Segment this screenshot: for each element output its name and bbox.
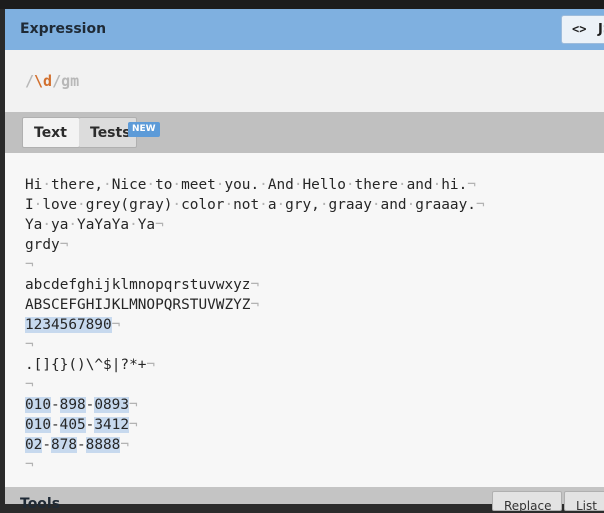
- match-highlight: 3412: [94, 417, 129, 433]
- list-button[interactable]: List: [564, 491, 604, 513]
- text-line: Ya·ya·YaYaYa·Ya¬: [25, 217, 164, 233]
- tools-title: Tools: [20, 496, 61, 512]
- tab-tests-label: Tests: [90, 125, 131, 141]
- text-line: I·love·grey(gray)·color·not·a·gry,·graay…: [25, 197, 485, 213]
- line-end-marker: ¬: [129, 397, 138, 413]
- match-highlight: 010: [25, 417, 51, 433]
- code-icon: <>: [572, 22, 587, 36]
- text-line: ABSCEFGHIJKLMNOPQRSTUVWZYZ¬: [25, 297, 260, 313]
- line-end-marker: ¬: [111, 317, 121, 333]
- match-highlight: 898: [59, 397, 86, 413]
- line-end-marker: ¬: [25, 457, 34, 473]
- flavor-label: JS: [598, 22, 604, 37]
- text-line: Hi·there,·Nice·to·meet·you.·And·Hello·th…: [25, 177, 476, 193]
- expression-title: Expression: [20, 21, 107, 37]
- line-end-marker: ¬: [146, 357, 156, 373]
- line-end-marker: ¬: [467, 177, 476, 193]
- tab-text-label: Text: [34, 125, 67, 141]
- text-line: grdy¬: [25, 237, 69, 253]
- line-end-marker: ¬: [120, 437, 129, 453]
- replace-label: Replace: [504, 499, 552, 513]
- line-end-marker: ¬: [25, 377, 34, 393]
- text-line: 010-898-0893¬: [25, 397, 138, 413]
- match-highlight: 1234567890: [25, 317, 112, 333]
- match-highlight: 02: [25, 437, 43, 453]
- expression-close-delimiter: /: [52, 72, 62, 90]
- line-end-marker: ¬: [250, 297, 260, 313]
- match-highlight: 878: [51, 437, 77, 453]
- flavor-button[interactable]: <> JS: [561, 15, 604, 44]
- text-tabs-bar: Text Tests NEW: [5, 112, 604, 153]
- text-line: ¬: [25, 455, 34, 475]
- line-end-marker: ¬: [129, 417, 138, 433]
- expression-header: Expression <> JS: [5, 9, 604, 50]
- text-line: abcdefghijklmnopqrstuvwxyz¬: [25, 277, 260, 293]
- text-line: .[]{}()\^$|?*+¬: [25, 357, 156, 373]
- expression-pattern: \d: [34, 72, 53, 90]
- replace-button[interactable]: Replace: [492, 491, 562, 513]
- expression-input[interactable]: /\d/gm: [25, 72, 79, 90]
- line-end-marker: ¬: [475, 197, 485, 213]
- line-end-marker: ¬: [250, 277, 260, 293]
- expression-flags[interactable]: gm: [61, 72, 79, 90]
- line-end-marker: ¬: [25, 337, 34, 353]
- match-highlight: 8888: [85, 437, 121, 453]
- line-end-marker: ¬: [155, 217, 164, 233]
- text-line: 02-878-8888¬: [25, 437, 129, 453]
- window-top-strip: [0, 0, 604, 9]
- text-line: 010-405-3412¬: [25, 417, 138, 433]
- text-line: ¬: [25, 255, 34, 275]
- tools-header: Tools Replace List: [5, 487, 604, 513]
- tab-text[interactable]: Text: [22, 117, 80, 148]
- match-highlight: 0893: [94, 397, 129, 413]
- test-text-area[interactable]: Hi·there,·Nice·to·meet·you.·And·Hello·th…: [5, 153, 604, 487]
- expression-editor[interactable]: /\d/gm: [5, 50, 604, 112]
- text-line: ¬: [25, 335, 34, 355]
- text-line: 1234567890¬: [25, 315, 120, 335]
- match-highlight: 010: [25, 397, 51, 413]
- new-badge: NEW: [128, 122, 160, 137]
- list-label: List: [576, 499, 597, 513]
- line-end-marker: ¬: [25, 257, 34, 273]
- text-line: ¬: [25, 375, 34, 395]
- line-end-marker: ¬: [59, 237, 69, 253]
- match-highlight: 405: [59, 417, 86, 433]
- expression-open-delimiter: /: [25, 72, 35, 90]
